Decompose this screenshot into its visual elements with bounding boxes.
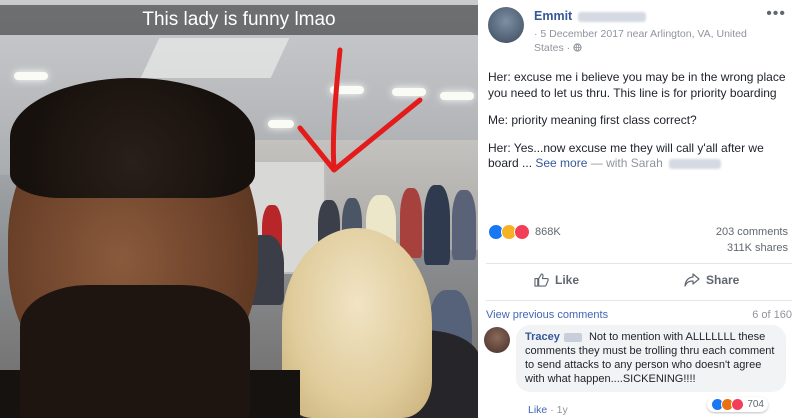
tagged-with[interactable]: — with Sarah [591, 156, 663, 170]
commenter-avatar[interactable] [484, 327, 510, 353]
love-reaction-icon [731, 398, 745, 411]
like-button[interactable]: Like [534, 273, 579, 287]
post-paragraph: Her: Yes...now excuse me they will call … [488, 141, 788, 172]
love-reaction-icon [514, 224, 530, 240]
divider [486, 263, 792, 264]
post-paragraph: Me: priority meaning first class correct… [488, 113, 697, 127]
reaction-count: 868K [535, 226, 561, 238]
post-paragraph: Her: excuse me i believe you may be in t… [488, 70, 786, 100]
comment-like-link[interactable]: Like [528, 404, 547, 416]
more-dots-icon[interactable]: ••• [766, 5, 786, 23]
share-arrow-icon [684, 273, 700, 287]
see-more-link[interactable]: See more [535, 156, 587, 170]
comment-actions: Like · 1y [528, 404, 568, 416]
red-arrow-icon [297, 47, 423, 173]
post-panel: Emmit · 5 December 2017 near Arlington, … [478, 0, 800, 418]
view-previous-comments[interactable]: View previous comments [486, 309, 608, 321]
redacted-tag [668, 158, 721, 169]
share-button[interactable]: Share [684, 273, 739, 287]
photo-caption: This lady is funny lmao [0, 5, 478, 35]
thumbs-up-icon [534, 273, 549, 287]
comment-text: Not to mention with ALLLLLLL these comme… [525, 331, 775, 385]
comment-timestamp[interactable]: 1y [557, 404, 568, 416]
globe-icon [573, 43, 582, 52]
author-name-label[interactable]: Emmit [534, 9, 572, 23]
author-avatar[interactable] [488, 7, 524, 43]
comment-reaction-count: 704 [747, 399, 764, 410]
redacted-surname [563, 332, 582, 342]
commenter-name[interactable]: Tracey [525, 331, 560, 343]
share-button-label: Share [706, 273, 740, 287]
post-photo[interactable]: This lady is funny lmao [0, 0, 478, 418]
comments-page-count: 6 of 160 [752, 309, 792, 321]
comments-count[interactable]: 203 comments [716, 224, 788, 240]
comment-reactions[interactable]: 704 [707, 397, 768, 412]
comment-bubble: Tracey Not to mention with ALLLLLLL thes… [516, 325, 786, 392]
post-meta-text[interactable]: · 5 December 2017 near Arlington, VA, Un… [534, 28, 747, 54]
post-body: Her: excuse me i believe you may be in t… [488, 70, 788, 184]
reactions-summary[interactable]: 868K [488, 224, 561, 240]
redacted-surname [578, 11, 647, 22]
divider [486, 300, 792, 301]
shares-count[interactable]: 311K shares [716, 240, 788, 256]
like-button-label: Like [555, 273, 580, 287]
post-meta: · 5 December 2017 near Arlington, VA, Un… [534, 27, 764, 55]
author-name[interactable]: Emmit [534, 9, 647, 23]
post-stats: 203 comments 311K shares [716, 224, 788, 256]
